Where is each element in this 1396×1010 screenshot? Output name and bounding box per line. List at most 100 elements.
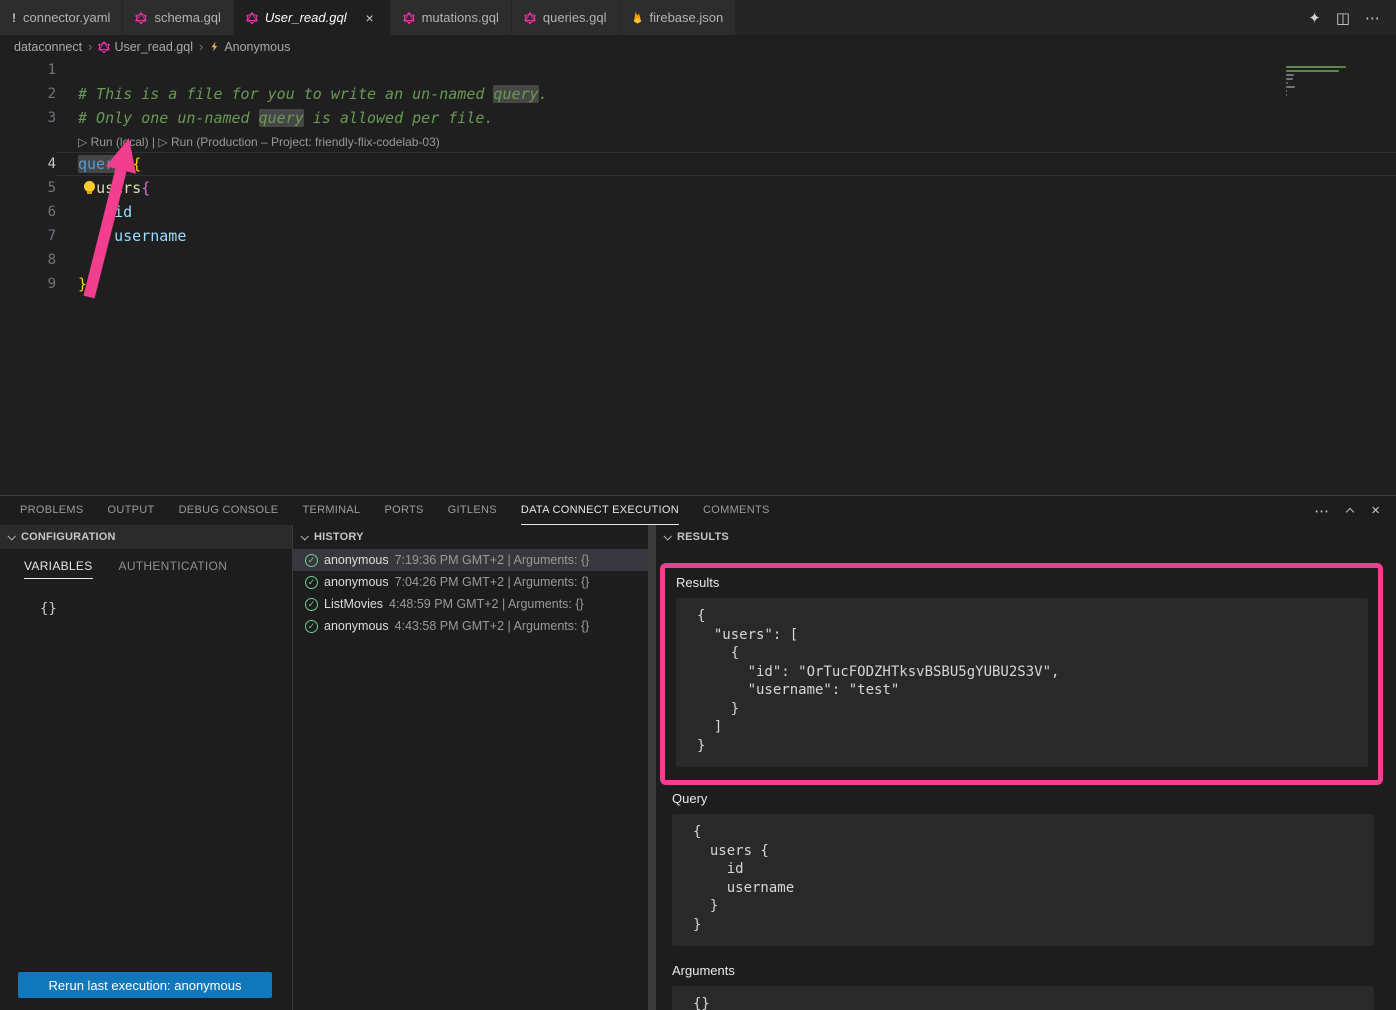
history-item[interactable]: ✓anonymous7:04:26 PM GMT+2 | Arguments: …	[293, 571, 648, 593]
panel-close-icon[interactable]: ×	[1371, 502, 1380, 519]
code-token: # Only one un-named	[78, 109, 259, 127]
editor-tab-schema-gql[interactable]: schema.gql	[123, 0, 233, 35]
panel-tab-output[interactable]: OUTPUT	[108, 496, 155, 525]
graphql-icon	[524, 12, 536, 24]
symbol-icon	[209, 41, 220, 52]
history-item[interactable]: ✓anonymous7:19:36 PM GMT+2 | Arguments: …	[293, 549, 648, 571]
line-number: 7	[0, 224, 56, 248]
line-number: 4	[0, 152, 56, 176]
code-box-line: ]	[697, 718, 1356, 737]
lightbulb-icon[interactable]	[84, 181, 95, 192]
code-box-line: {	[697, 607, 1356, 626]
code-box-query[interactable]: { users { id username }}	[672, 814, 1374, 946]
history-header[interactable]: HISTORY	[293, 525, 648, 549]
panel-maximize-icon[interactable]	[1347, 502, 1353, 519]
results-header[interactable]: RESULTS	[656, 525, 1396, 549]
history-item-name: anonymous	[324, 575, 389, 589]
copilot-icon[interactable]: ✦	[1308, 9, 1321, 27]
minimap-line	[1286, 78, 1293, 80]
tab-label: firebase.json	[650, 10, 724, 25]
code-token: query	[493, 85, 538, 103]
firebase-icon	[632, 11, 643, 24]
code-token: query	[78, 155, 123, 173]
codelens-row: ▷ Run (local) | ▷ Run (Production – Proj…	[0, 130, 1396, 152]
result-section-arguments: Arguments {}	[666, 963, 1374, 1010]
split-editor-icon[interactable]: ◫	[1336, 9, 1350, 27]
chevron-down-icon	[663, 532, 671, 540]
chevron-down-icon	[300, 532, 308, 540]
breadcrumb-separator: ›	[199, 39, 203, 54]
editor-tab-queries-gql[interactable]: queries.gql	[512, 0, 620, 35]
code-line: 3# Only one un-named query is allowed pe…	[0, 106, 1396, 130]
history-item-details: 4:48:59 PM GMT+2 | Arguments: {}	[389, 597, 584, 611]
code-line: 8 }	[0, 248, 1396, 272]
panel-more-icon[interactable]: ⋯	[1314, 502, 1329, 520]
configuration-tabs: VARIABLES AUTHENTICATION	[0, 549, 292, 579]
breadcrumb-item-dataconnect[interactable]: dataconnect	[14, 40, 82, 54]
panel-tab-ports[interactable]: PORTS	[384, 496, 423, 525]
code-box-results[interactable]: { "users": [ { "id": "OrTucFODZHTksvBSBU…	[676, 598, 1368, 767]
editor-tab-firebase-json[interactable]: firebase.json	[620, 0, 737, 35]
configuration-header[interactable]: CONFIGURATION	[0, 525, 292, 549]
panel-body: CONFIGURATION VARIABLES AUTHENTICATION {…	[0, 525, 1396, 1010]
code-token: username	[114, 227, 186, 245]
highlighted-results-box: Results { "users": [ { "id": "OrTucFODZHT…	[660, 563, 1383, 785]
editor-tab-connector-yaml[interactable]: !connector.yaml	[0, 0, 123, 35]
code-token: {	[132, 155, 141, 173]
bottom-panel: PROBLEMS OUTPUT DEBUG CONSOLE TERMINAL PORTS…	[0, 495, 1396, 1010]
close-icon[interactable]: ×	[362, 10, 378, 26]
history-item-details: 7:19:36 PM GMT+2 | Arguments: {}	[395, 553, 590, 567]
tab-label: connector.yaml	[23, 10, 110, 25]
panel-tab-comments[interactable]: COMMENTS	[703, 496, 770, 525]
history-item[interactable]: ✓anonymous4:43:58 PM GMT+2 | Arguments: …	[293, 615, 648, 637]
editor-tab-user-read-gql[interactable]: User_read.gql×	[234, 0, 391, 35]
minimap-line	[1286, 74, 1294, 76]
code-line: 1	[0, 58, 1396, 82]
line-number: 5	[0, 176, 56, 200]
section-title: Query	[672, 791, 1374, 806]
panel-tab-gitlens[interactable]: GITLENS	[448, 496, 497, 525]
code-box-line: }	[693, 897, 1362, 916]
configuration-header-label: CONFIGURATION	[21, 531, 116, 543]
more-icon[interactable]: ⋯	[1365, 9, 1380, 27]
line-number: 2	[0, 82, 56, 106]
tab-variables[interactable]: VARIABLES	[24, 559, 93, 579]
code-box-line: {}	[693, 995, 1362, 1010]
codelens-run-local[interactable]: ▷ Run (local)	[78, 135, 149, 149]
configuration-section: CONFIGURATION VARIABLES AUTHENTICATION {…	[0, 525, 293, 1010]
code-line: 5 users{	[0, 176, 1396, 200]
section-title: Arguments	[672, 963, 1374, 978]
code-line: 2# This is a file for you to write an un…	[0, 82, 1396, 106]
tab-authentication[interactable]: AUTHENTICATION	[119, 559, 228, 579]
panel-tab-debug-console[interactable]: DEBUG CONSOLE	[179, 496, 279, 525]
codelens-run-production[interactable]: ▷ Run (Production – Project: friendly-fl…	[158, 135, 439, 149]
breadcrumb-item-user-read-gql[interactable]: User_read.gql	[98, 40, 193, 54]
minimap[interactable]	[1282, 60, 1386, 96]
code-box-line: "users": [	[697, 626, 1356, 645]
panel-tab-problems[interactable]: PROBLEMS	[20, 496, 84, 525]
graphql-icon	[246, 12, 258, 24]
graphql-icon	[135, 12, 147, 24]
code-token: }	[78, 275, 87, 293]
code-token	[123, 155, 132, 173]
breadcrumb-item-anonymous[interactable]: Anonymous	[209, 40, 290, 54]
rerun-button[interactable]: Rerun last execution: anonymous	[18, 972, 272, 998]
variables-value[interactable]: {}	[40, 601, 57, 617]
history-list: ✓anonymous7:19:36 PM GMT+2 | Arguments: …	[293, 549, 648, 637]
code-line-content: username	[56, 224, 1396, 248]
minimap-line	[1286, 82, 1288, 84]
panel-tab-data-connect-execution[interactable]: DATA CONNECT EXECUTION	[521, 496, 679, 525]
history-header-label: HISTORY	[314, 531, 364, 543]
code-box-arguments[interactable]: {}	[672, 986, 1374, 1010]
code-editor[interactable]: 12# This is a file for you to write an u…	[0, 58, 1396, 495]
code-token: .	[539, 85, 548, 103]
code-line-content: # This is a file for you to write an un-…	[56, 82, 1396, 106]
panel-tab-terminal[interactable]: TERMINAL	[302, 496, 360, 525]
tab-label: queries.gql	[543, 10, 607, 25]
history-item[interactable]: ✓ListMovies4:48:59 PM GMT+2 | Arguments:…	[293, 593, 648, 615]
scrollbar[interactable]	[648, 525, 656, 1010]
chevron-down-icon	[7, 532, 15, 540]
history-item-details: 7:04:26 PM GMT+2 | Arguments: {}	[395, 575, 590, 589]
section-title: Results	[676, 575, 1368, 590]
editor-tab-mutations-gql[interactable]: mutations.gql	[391, 0, 512, 35]
